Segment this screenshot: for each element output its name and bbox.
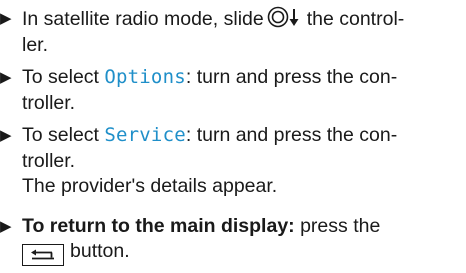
step-text: button. [70,240,130,262]
step-select-service: ▶ To select Service: turn and press the … [0,123,466,200]
step-return-main-display: ▶ To return to the main display: press t… [0,214,466,266]
step-line: ler. [22,33,49,56]
controller-slide-down-icon [267,6,305,28]
step-text: To select [22,66,105,88]
page: { "steps": [ { "arrow": "\u25B6", "line1… [0,0,466,266]
step-arrow: ▶ [0,217,12,235]
step-result: The provider's details appear. [22,175,278,197]
display-term-service: Service [104,124,186,146]
step-line: To select Options: turn and press the co… [22,65,466,91]
step-text: : turn and press the con- [185,66,398,88]
step-line: button. [22,239,466,266]
step-text: press the [294,214,381,237]
display-term-options: Options [104,66,186,88]
step-line: troller. [22,91,76,114]
step-text: To select [22,124,105,146]
step-arrow: ▶ [0,69,12,86]
step-line: In satellite radio mode, slide the contr… [22,6,466,33]
step-text: : turn and press the con- [185,124,398,146]
step-line: To return to the main display: press the [22,214,466,240]
instruction-steps: ▶ In satellite radio mode, slide the con… [0,6,466,273]
step-arrow: ▶ [0,127,12,144]
step-line: To select Service: turn and press the co… [22,123,466,149]
step-text: In satellite radio mode, slide [22,8,264,30]
step-line: troller. [22,149,76,172]
step-arrow: ▶ [0,10,12,27]
step-slide-controller: ▶ In satellite radio mode, slide the con… [0,6,466,58]
step-text: the control- [306,8,405,30]
back-button-icon [22,244,64,266]
step-bold-lead: To return to the main display: [22,214,295,237]
step-select-options: ▶ To select Options: turn and press the … [0,65,466,116]
